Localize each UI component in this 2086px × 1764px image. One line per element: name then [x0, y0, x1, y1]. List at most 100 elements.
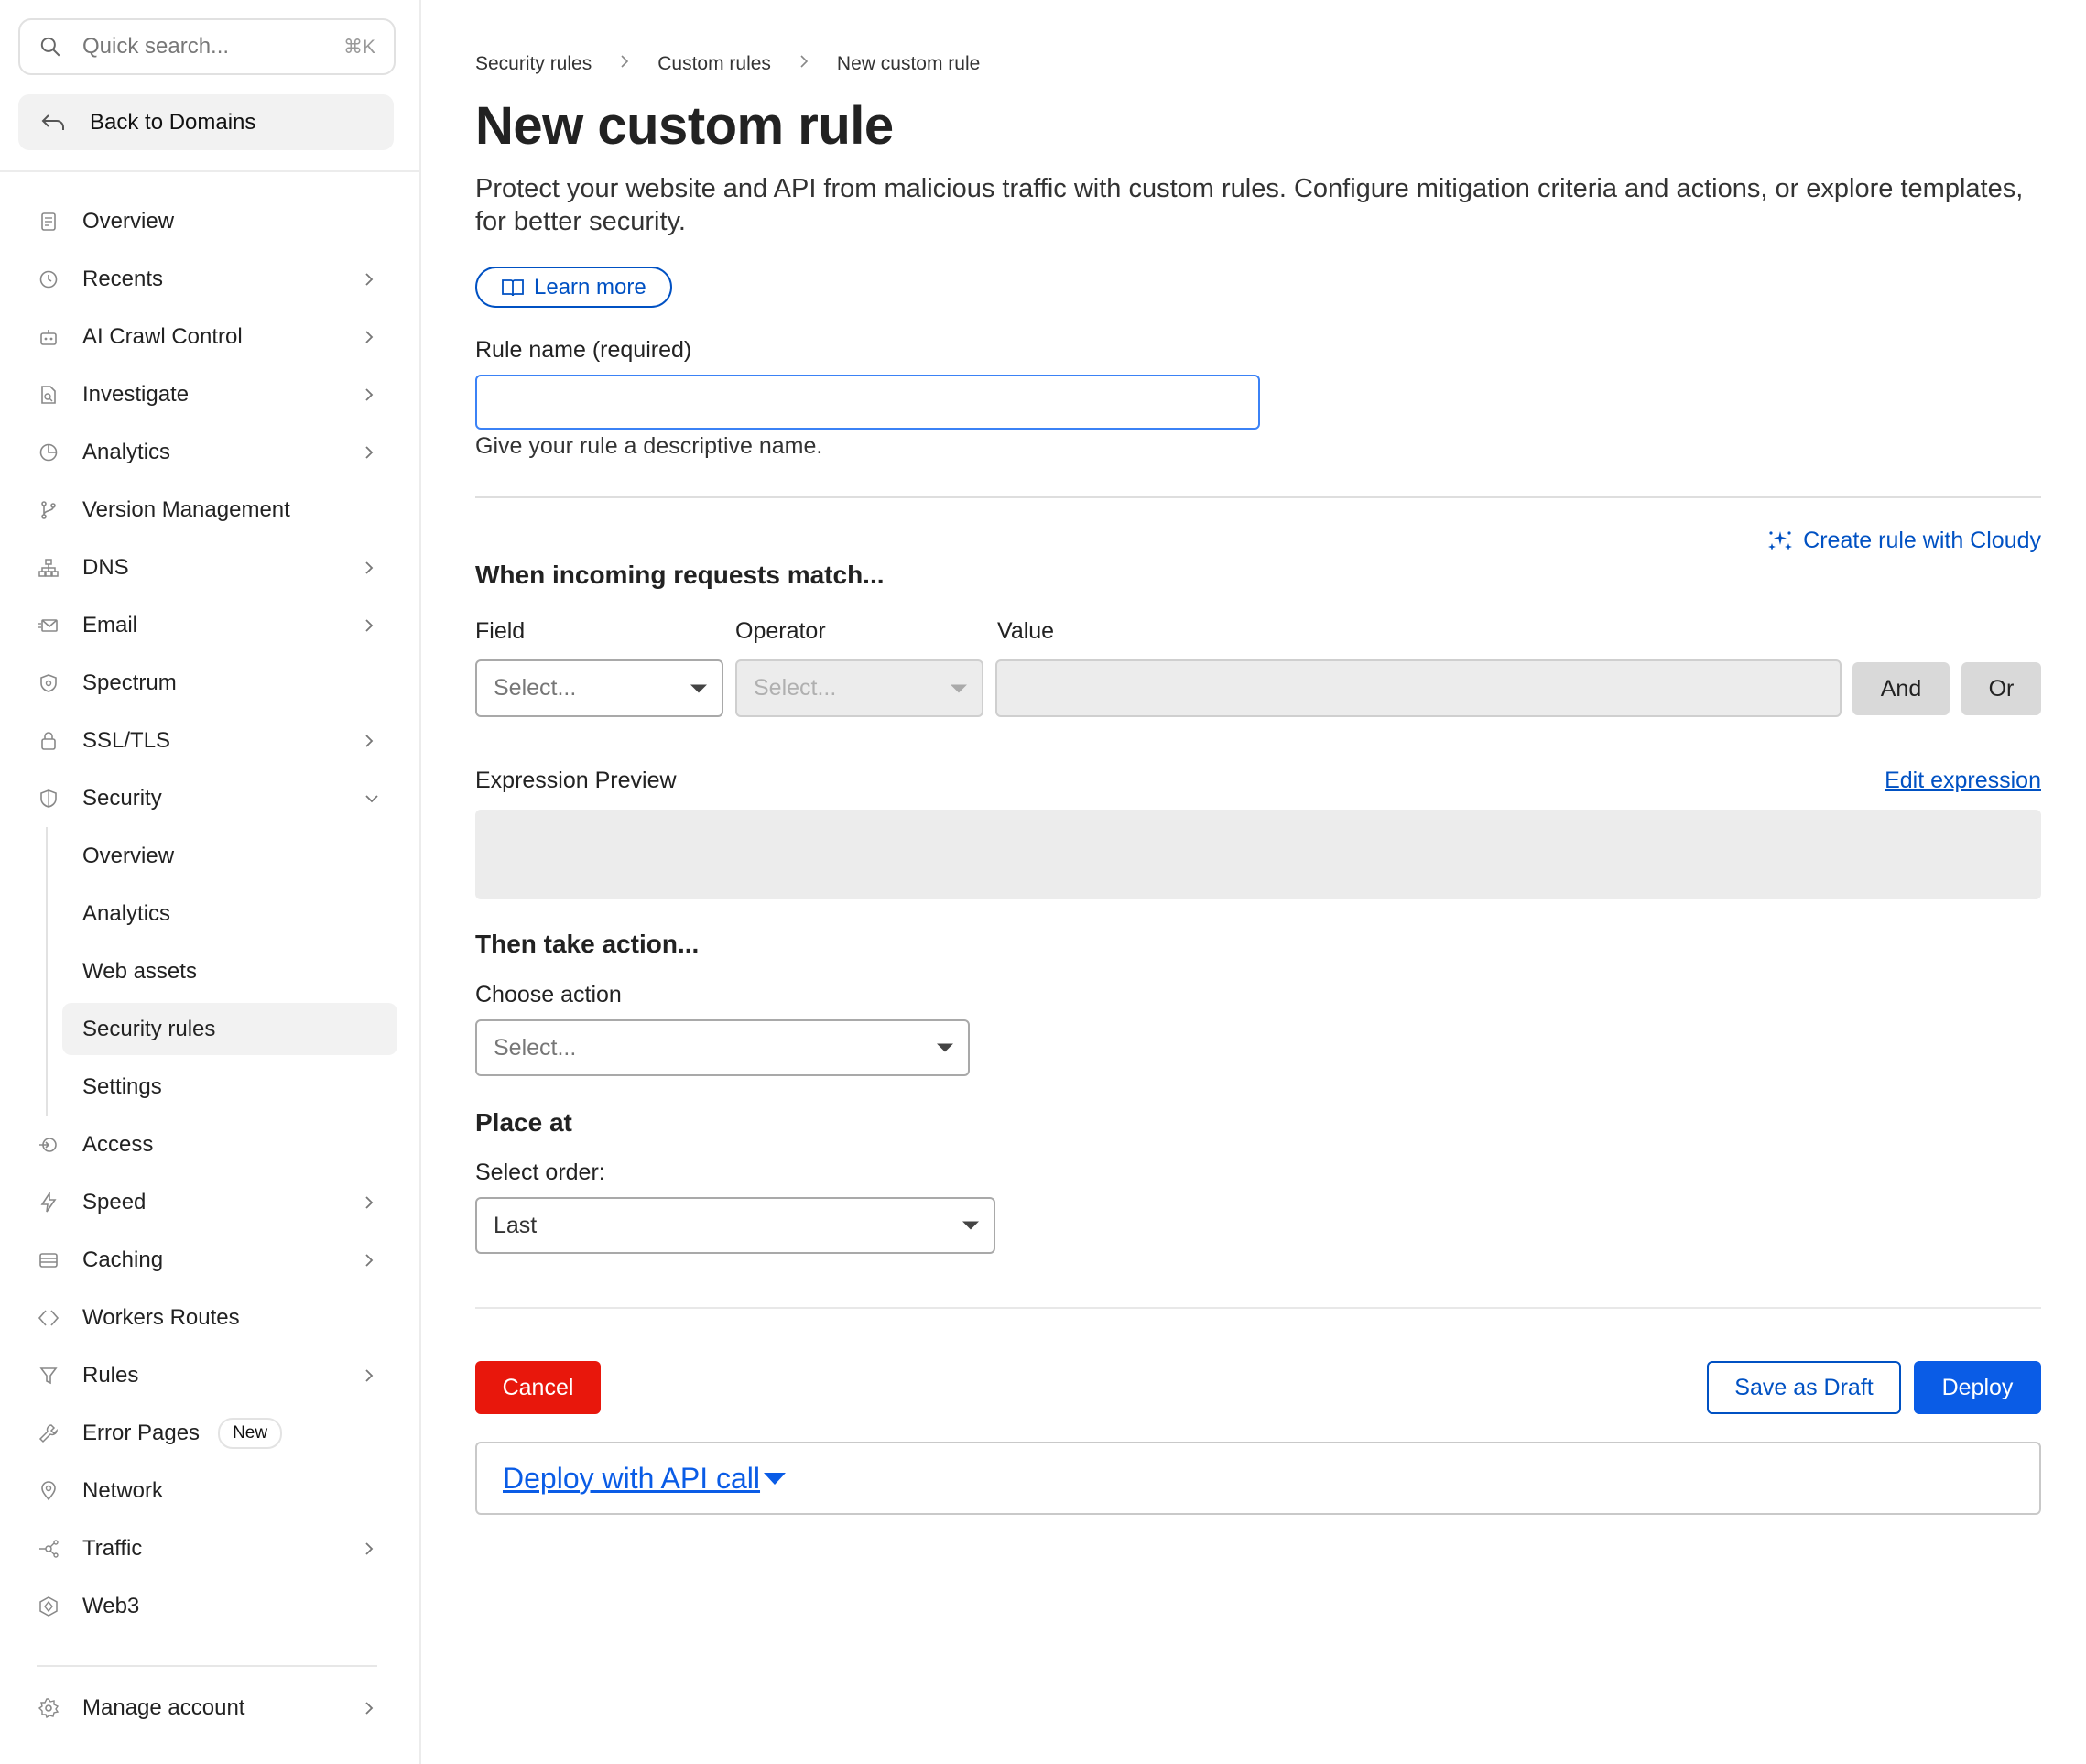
sidebar-item-error-pages[interactable]: Error Pages New: [0, 1404, 419, 1462]
pie-chart-icon: [37, 441, 60, 464]
sidebar-item-label: AI Crawl Control: [82, 323, 243, 349]
sidebar-item-label: Traffic: [82, 1535, 143, 1561]
access-icon: [37, 1133, 60, 1157]
sidebar-subitem-web-assets[interactable]: Web assets: [0, 942, 419, 1000]
section-divider: [475, 496, 2041, 498]
deploy-with-api-call-link[interactable]: Deploy with API call: [503, 1462, 760, 1496]
deploy-button[interactable]: Deploy: [1914, 1361, 2041, 1414]
deploy-api-box: Deploy with API call: [475, 1442, 2041, 1515]
sidebar-item-label: Web assets: [82, 958, 197, 984]
sidebar-item-workers-routes[interactable]: Workers Routes: [0, 1289, 419, 1346]
sidebar-item-label: Security: [82, 785, 162, 811]
breadcrumb-security-rules[interactable]: Security rules: [475, 53, 592, 75]
chevron-right-icon: [365, 272, 374, 286]
new-badge: New: [218, 1417, 283, 1449]
sidebar-item-version-management[interactable]: Version Management: [0, 481, 419, 539]
funnel-icon: [37, 1364, 60, 1388]
branch-icon: [37, 498, 60, 522]
sidebar-item-ai-crawl-control[interactable]: AI Crawl Control: [0, 308, 419, 365]
learn-more-button[interactable]: Learn more: [475, 267, 672, 308]
learn-more-label: Learn more: [534, 274, 646, 299]
expression-preview-box: [475, 810, 2041, 899]
sidebar-item-manage-account[interactable]: Manage account: [0, 1679, 419, 1737]
sidebar-item-label: Manage account: [82, 1694, 245, 1720]
caret-down-icon: [690, 684, 707, 692]
sidebar-item-label: Overview: [82, 208, 175, 234]
sidebar-item-traffic[interactable]: Traffic: [0, 1519, 419, 1577]
rule-name-hint: Give your rule a descriptive name.: [475, 433, 823, 459]
select-order-select[interactable]: Last: [475, 1197, 995, 1254]
sidebar-item-security[interactable]: Security: [0, 769, 419, 827]
traffic-nodes-icon: [37, 1537, 60, 1561]
network-tree-icon: [37, 556, 60, 580]
chevron-right-icon: [365, 387, 374, 401]
gear-icon: [37, 1696, 60, 1720]
sidebar-item-label: DNS: [82, 554, 129, 580]
sidebar-item-speed[interactable]: Speed: [0, 1173, 419, 1231]
sidebar-item-ssl-tls[interactable]: SSL/TLS: [0, 712, 419, 769]
sidebar-item-caching[interactable]: Caching: [0, 1231, 419, 1289]
sidebar-item-label: Settings: [82, 1073, 162, 1099]
place-at-title: Place at: [475, 1108, 572, 1137]
sidebar-item-label: Workers Routes: [82, 1304, 240, 1330]
value-label: Value: [997, 618, 1055, 644]
choose-action-select[interactable]: Select...: [475, 1019, 970, 1076]
sidebar-subitem-security-rules[interactable]: Security rules: [0, 1000, 419, 1058]
chevron-right-icon: [365, 445, 374, 459]
search-shortcut: ⌘K: [342, 36, 375, 58]
sidebar-item-network[interactable]: Network: [0, 1462, 419, 1519]
sidebar-item-analytics[interactable]: Analytics: [0, 423, 419, 481]
back-to-domains-button[interactable]: Back to Domains: [18, 94, 394, 150]
sidebar-subitem-overview[interactable]: Overview: [0, 827, 419, 885]
caret-down-icon: [937, 1043, 953, 1052]
sidebar-item-recents[interactable]: Recents: [0, 250, 419, 308]
sidebar-nav: Overview Recents AI Crawl Control Invest…: [0, 192, 419, 1635]
page-title: New custom rule: [475, 96, 894, 156]
or-button[interactable]: Or: [1961, 662, 2041, 715]
value-input[interactable]: [995, 659, 1842, 717]
security-submenu: Overview Analytics Web assets Security r…: [0, 827, 419, 1116]
edit-expression-link[interactable]: Edit expression: [1885, 768, 2041, 794]
sidebar-item-label: Error Pages: [82, 1420, 201, 1445]
save-as-draft-button[interactable]: Save as Draft: [1707, 1361, 1901, 1414]
sidebar-item-label: Analytics: [82, 900, 171, 926]
location-pin-icon: [37, 1479, 60, 1503]
sidebar-item-web3[interactable]: Web3: [0, 1577, 419, 1635]
sidebar-bottom-divider: [37, 1665, 377, 1667]
choose-action-label: Choose action: [475, 982, 622, 1007]
create-rule-with-cloudy-link[interactable]: Create rule with Cloudy: [1766, 528, 2041, 554]
and-button[interactable]: And: [1852, 662, 1950, 715]
sidebar-manage: Manage account: [0, 1679, 419, 1737]
breadcrumb-custom-rules[interactable]: Custom rules: [657, 53, 771, 75]
match-section-title: When incoming requests match...: [475, 561, 885, 589]
chevron-right-icon: [799, 53, 809, 75]
sidebar-item-investigate[interactable]: Investigate: [0, 365, 419, 423]
sidebar-subitem-settings[interactable]: Settings: [0, 1058, 419, 1116]
sidebar-item-label: Overview: [82, 843, 175, 868]
sidebar-subitem-analytics[interactable]: Analytics: [0, 885, 419, 942]
action-section-title: Then take action...: [475, 930, 700, 958]
select-order-label: Select order:: [475, 1160, 605, 1185]
rule-name-input[interactable]: [475, 375, 1260, 430]
operator-select[interactable]: Select...: [735, 659, 983, 717]
sidebar-item-rules[interactable]: Rules: [0, 1346, 419, 1404]
back-arrow-icon: [41, 114, 64, 130]
chevron-down-icon: [365, 794, 378, 802]
chevron-right-icon: [365, 561, 374, 574]
sidebar-item-overview[interactable]: Overview: [0, 192, 419, 250]
order-select-value: Last: [494, 1212, 538, 1238]
sidebar-item-access[interactable]: Access: [0, 1116, 419, 1173]
sidebar: Quick search... ⌘K Back to Domains Overv…: [0, 0, 421, 1764]
envelope-icon: [37, 614, 60, 637]
back-label: Back to Domains: [90, 109, 256, 135]
sidebar-item-dns[interactable]: DNS: [0, 539, 419, 596]
caret-down-icon[interactable]: [764, 1472, 787, 1485]
sidebar-item-spectrum[interactable]: Spectrum: [0, 654, 419, 712]
quick-search[interactable]: Quick search... ⌘K: [18, 18, 396, 75]
field-select[interactable]: Select...: [475, 659, 723, 717]
cancel-button[interactable]: Cancel: [475, 1361, 601, 1414]
chevron-right-icon: [365, 330, 374, 343]
chevron-right-icon: [619, 53, 630, 75]
sidebar-item-label: Network: [82, 1477, 164, 1503]
sidebar-item-email[interactable]: Email: [0, 596, 419, 654]
